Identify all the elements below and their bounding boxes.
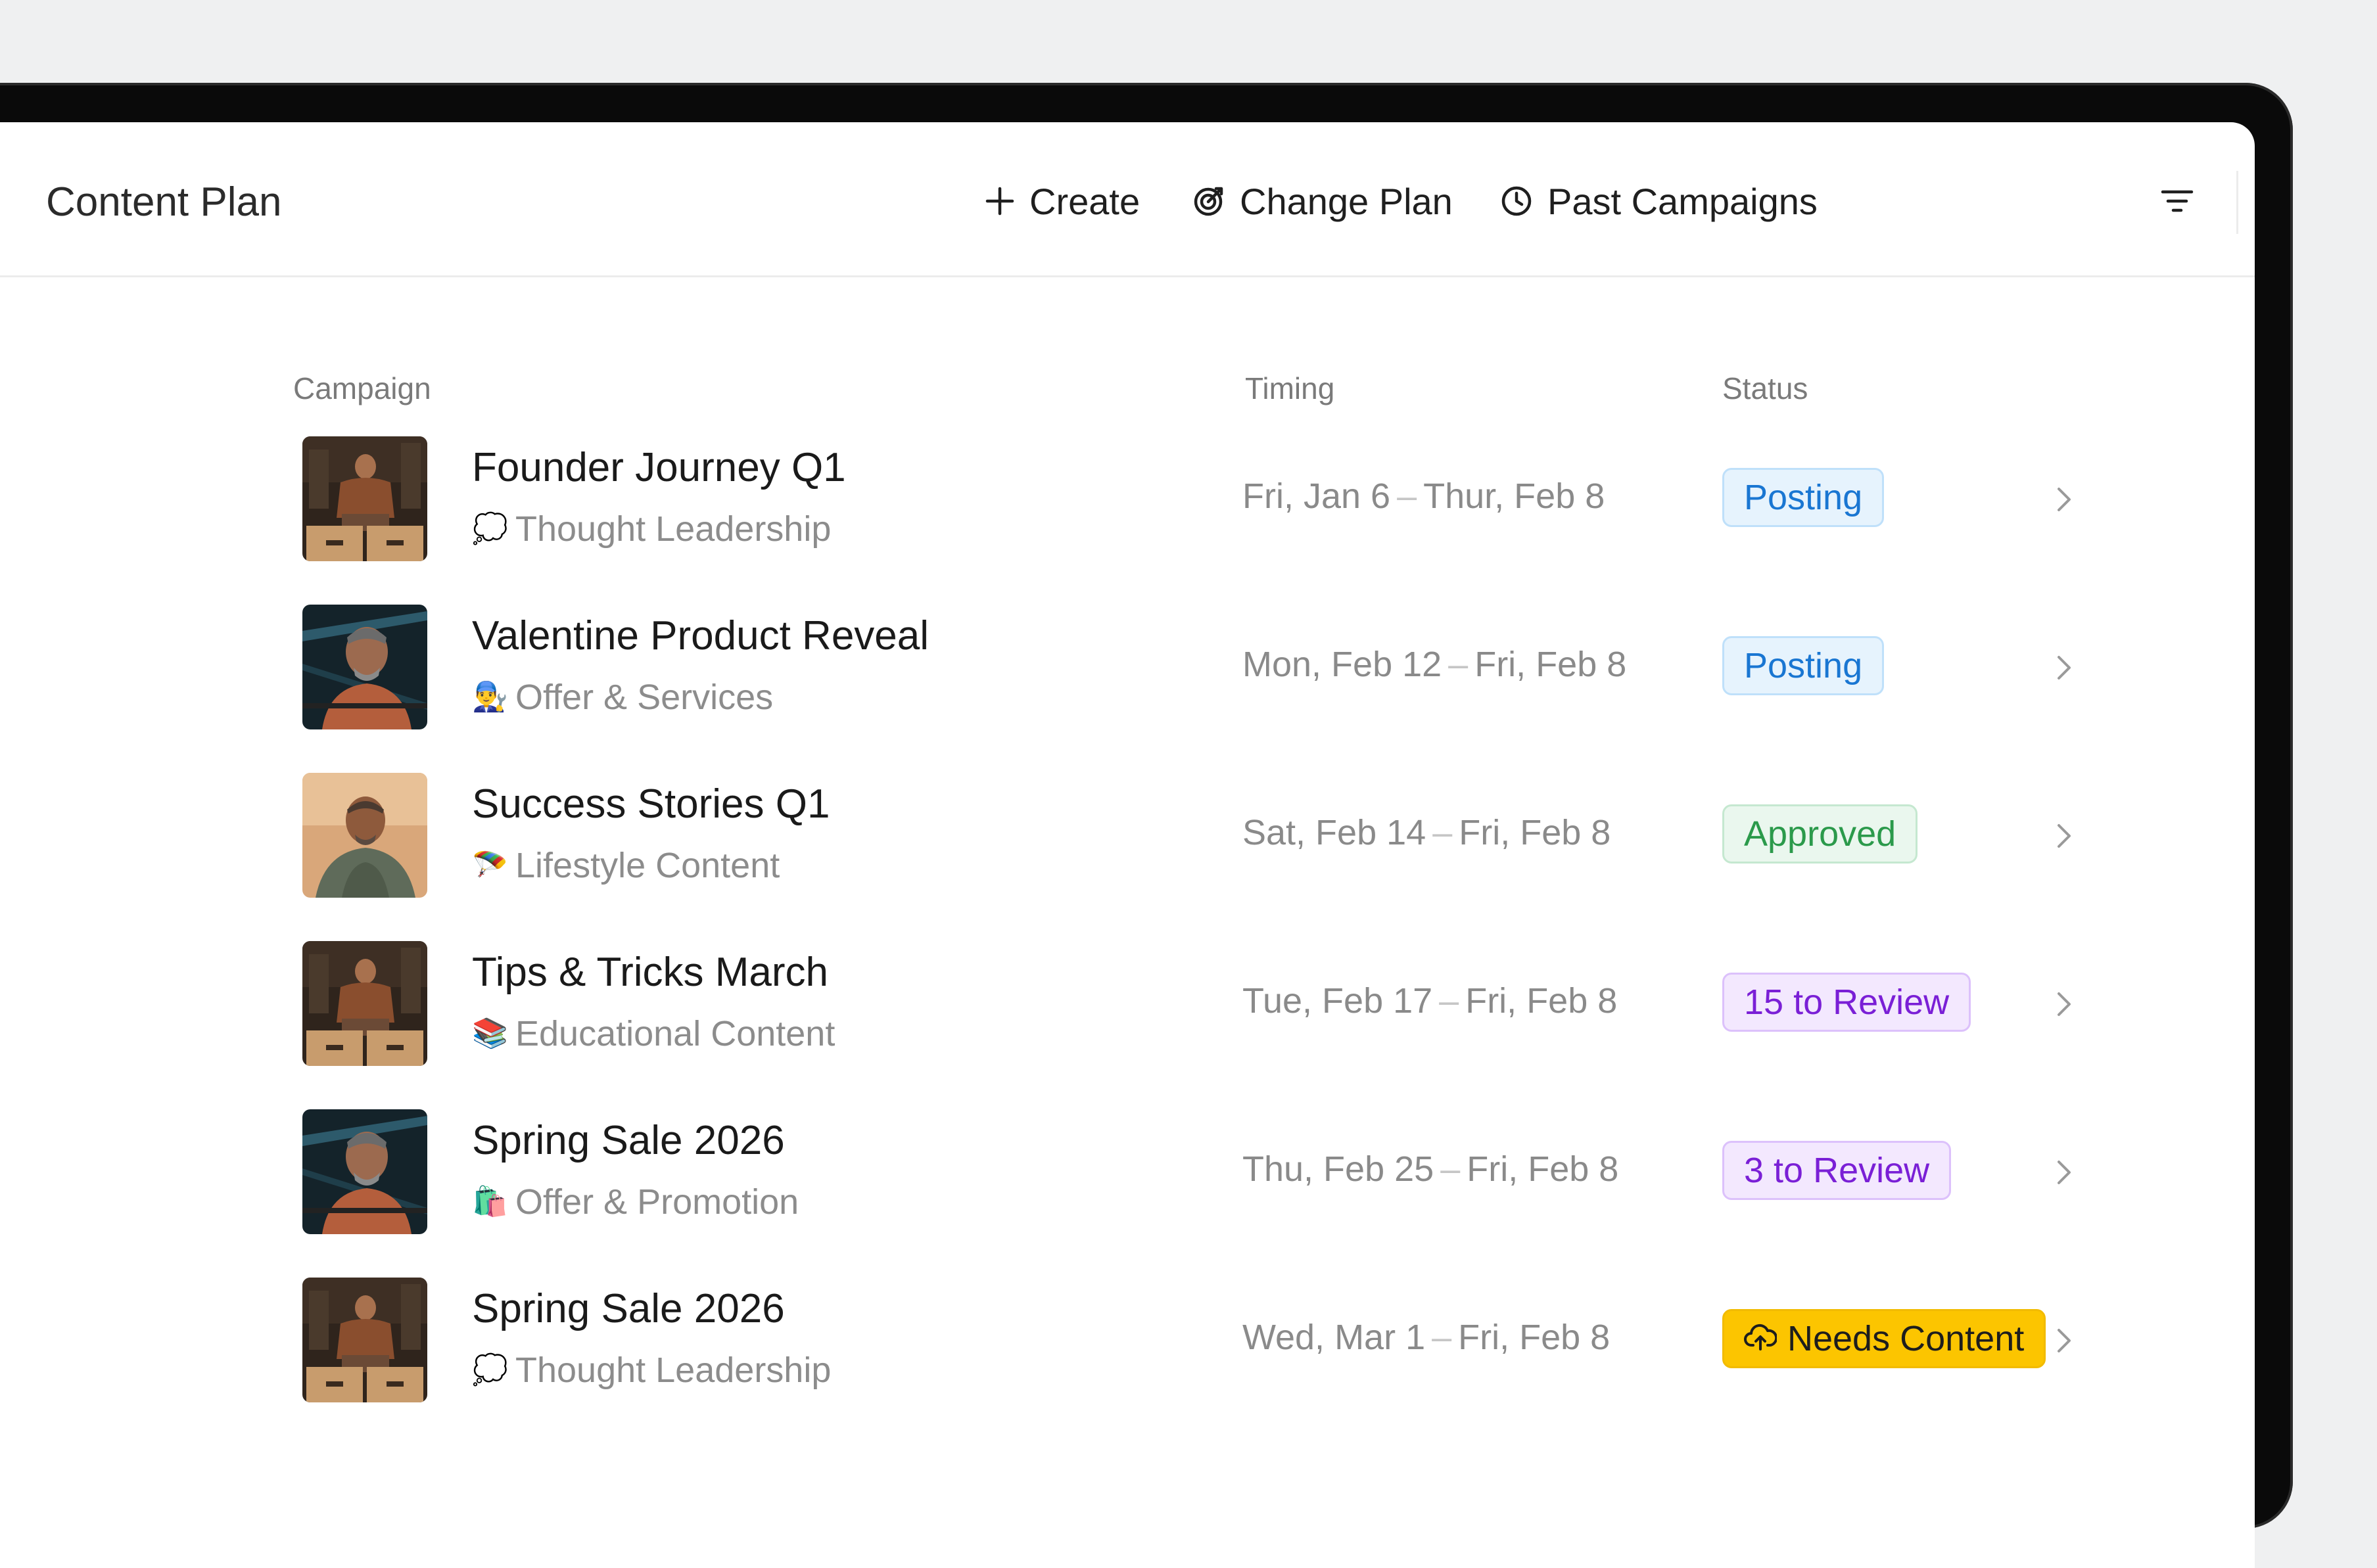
campaign-title: Spring Sale 2026: [472, 1118, 785, 1163]
target-icon: [1192, 185, 1225, 218]
status-badge[interactable]: Posting: [1722, 468, 1885, 527]
campaign-thumbnail: [302, 773, 427, 898]
thought-bubble-icon: 💭: [472, 513, 508, 545]
column-header-campaign: Campaign: [293, 371, 431, 405]
change-plan-button[interactable]: Change Plan: [1192, 177, 1453, 225]
campaign-thumbnail: [302, 436, 427, 561]
page-title: Content Plan: [46, 179, 282, 225]
timing-start: Wed, Mar 1: [1242, 1318, 1426, 1357]
campaign-category: 🛍️ Offer & Promotion: [472, 1182, 799, 1222]
timing-separator: –: [1432, 1318, 1452, 1357]
timing-start: Sat, Feb 14: [1242, 813, 1426, 852]
filter-button[interactable]: [2160, 188, 2194, 214]
campaign-thumbnail: [302, 1109, 427, 1234]
mechanic-icon: 👨‍🔧: [472, 681, 508, 713]
campaign-category: 👨‍🔧 Offer & Services: [472, 677, 773, 718]
campaign-thumbnail: [302, 1278, 427, 1402]
toolbar-divider: [2236, 171, 2238, 234]
thought-bubble-icon: 💭: [472, 1354, 508, 1386]
table-row[interactable]: Spring Sale 2026 🛍️ Offer & Promotion Th…: [302, 1109, 2143, 1241]
timing-end: Fri, Feb 8: [1474, 645, 1627, 684]
column-header-status: Status: [1722, 371, 1808, 405]
timing-end: Fri, Feb 8: [1467, 1149, 1619, 1189]
chevron-right-icon[interactable]: [2052, 486, 2075, 513]
timing-separator: –: [1439, 981, 1459, 1021]
timing-separator: –: [1432, 813, 1453, 852]
parachute-icon: 🪂: [472, 849, 508, 881]
category-label: Offer & Promotion: [515, 1182, 799, 1222]
cloud-upload-icon: [1744, 1318, 1778, 1359]
chevron-right-icon[interactable]: [2052, 655, 2075, 681]
books-icon: 📚: [472, 1017, 508, 1049]
filter-icon: [2160, 190, 2194, 217]
timing-start: Fri, Jan 6: [1242, 476, 1391, 516]
campaign-timing: Sat, Feb 14– Fri, Feb 8: [1242, 812, 1611, 853]
table-row[interactable]: Success Stories Q1 🪂 Lifestyle Content S…: [302, 773, 2143, 904]
app-window: Content Plan Create Change Plan Past Cam…: [0, 122, 2255, 1568]
campaign-category: 💭 Thought Leadership: [472, 1350, 831, 1391]
top-toolbar: Content Plan Create Change Plan Past Cam…: [0, 122, 2255, 277]
past-campaigns-label: Past Campaigns: [1547, 180, 1818, 222]
status-badge[interactable]: 15 to Review: [1722, 973, 1971, 1032]
status-badge[interactable]: Approved: [1722, 804, 1918, 864]
past-campaigns-button[interactable]: Past Campaigns: [1500, 177, 1818, 225]
category-label: Thought Leadership: [515, 1350, 832, 1390]
shopping-bags-icon: 🛍️: [472, 1186, 508, 1218]
timing-end: Thur, Feb 8: [1423, 476, 1605, 516]
create-button[interactable]: Create: [985, 177, 1140, 225]
column-header-timing: Timing: [1245, 371, 1335, 405]
status-badge[interactable]: Posting: [1722, 636, 1885, 695]
chevron-right-icon[interactable]: [2052, 1159, 2075, 1186]
timing-end: Fri, Feb 8: [1458, 1318, 1611, 1357]
campaign-title: Valentine Product Reveal: [472, 613, 930, 658]
campaign-thumbnail: [302, 941, 427, 1066]
chevron-right-icon[interactable]: [2052, 823, 2075, 849]
timing-start: Thu, Feb 25: [1242, 1149, 1434, 1189]
campaign-timing: Mon, Feb 12– Fri, Feb 8: [1242, 644, 1626, 685]
category-label: Lifestyle Content: [515, 846, 780, 885]
campaign-timing: Wed, Mar 1– Fri, Feb 8: [1242, 1317, 1610, 1358]
timing-end: Fri, Feb 8: [1459, 813, 1611, 852]
campaign-category: 🪂 Lifestyle Content: [472, 845, 780, 886]
timing-start: Tue, Feb 17: [1242, 981, 1433, 1021]
status-badge[interactable]: Needs Content: [1722, 1309, 2046, 1368]
category-label: Educational Content: [515, 1014, 835, 1053]
timing-separator: –: [1440, 1149, 1461, 1189]
campaign-title: Spring Sale 2026: [472, 1286, 785, 1331]
table-row[interactable]: Founder Journey Q1 💭 Thought Leadership …: [302, 436, 2143, 568]
campaign-timing: Tue, Feb 17– Fri, Feb 8: [1242, 980, 1617, 1021]
category-label: Offer & Services: [515, 678, 774, 717]
campaign-category: 📚 Educational Content: [472, 1013, 835, 1054]
chevron-right-icon[interactable]: [2052, 991, 2075, 1017]
timing-end: Fri, Feb 8: [1465, 981, 1618, 1021]
timing-separator: –: [1448, 645, 1469, 684]
timing-separator: –: [1397, 476, 1417, 516]
campaign-title: Founder Journey Q1: [472, 445, 846, 490]
campaign-thumbnail: [302, 605, 427, 729]
campaign-category: 💭 Thought Leadership: [472, 509, 831, 549]
campaign-timing: Fri, Jan 6– Thur, Feb 8: [1242, 476, 1605, 517]
status-badge[interactable]: 3 to Review: [1722, 1141, 1952, 1200]
table-row[interactable]: Tips & Tricks March 📚 Educational Conten…: [302, 941, 2143, 1072]
clock-icon: [1500, 185, 1533, 218]
chevron-right-icon[interactable]: [2052, 1327, 2075, 1354]
timing-start: Mon, Feb 12: [1242, 645, 1442, 684]
table-row[interactable]: Valentine Product Reveal 👨‍🔧 Offer & Ser…: [302, 605, 2143, 736]
change-plan-label: Change Plan: [1240, 180, 1453, 222]
campaign-title: Success Stories Q1: [472, 781, 830, 827]
plus-icon: [985, 186, 1015, 216]
category-label: Thought Leadership: [515, 509, 832, 549]
table-row[interactable]: Spring Sale 2026 💭 Thought Leadership We…: [302, 1278, 2143, 1409]
campaign-timing: Thu, Feb 25– Fri, Feb 8: [1242, 1149, 1618, 1189]
create-label: Create: [1029, 180, 1141, 222]
status-label: Needs Content: [1787, 1319, 2025, 1358]
campaign-title: Tips & Tricks March: [472, 950, 828, 995]
